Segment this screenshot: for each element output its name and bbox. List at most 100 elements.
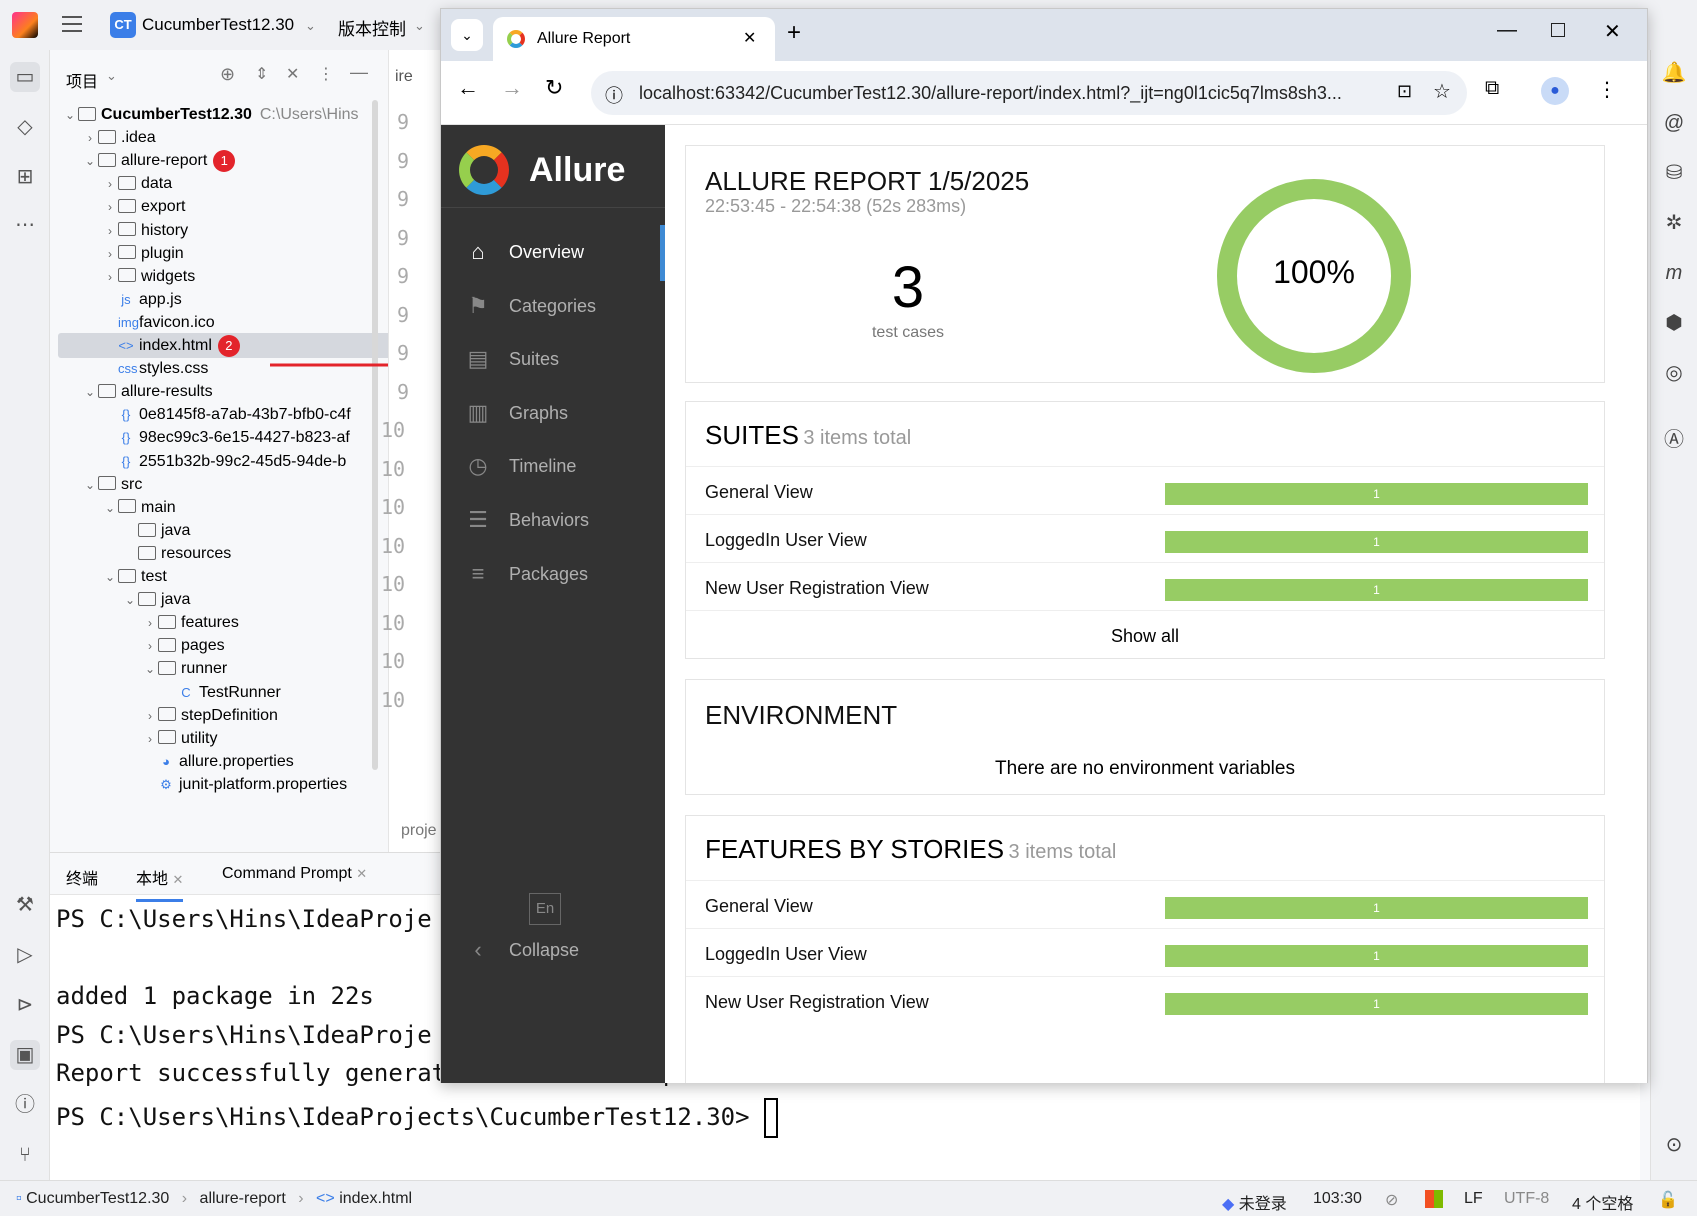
chevron-right-icon[interactable]: › <box>142 634 158 658</box>
project-switcher[interactable]: CucumberTest12.30 <box>142 15 294 35</box>
tree-folder[interactable]: › utility <box>58 726 396 751</box>
tree-folder[interactable]: ⌄ runner <box>58 656 396 681</box>
chevron-down-icon[interactable]: ⌄ <box>142 657 158 681</box>
tree-folder[interactable]: › features <box>58 610 396 635</box>
language-switch[interactable]: En <box>529 893 561 925</box>
editor-tab[interactable]: ire <box>395 68 413 86</box>
nav-packages[interactable]: ≡ Packages <box>441 547 665 603</box>
extensions-icon[interactable]: ⧉ <box>1485 77 1499 100</box>
chevron-right-icon[interactable]: › <box>82 126 98 150</box>
profile-avatar-icon[interactable]: ● <box>1541 77 1569 105</box>
chevron-right-icon[interactable]: › <box>142 727 158 751</box>
nav-overview[interactable]: ⌂ Overview <box>441 225 665 281</box>
chevron-right-icon[interactable]: › <box>102 242 118 266</box>
chevron-right-icon[interactable]: › <box>142 611 158 635</box>
tab-search-icon[interactable]: ⌄ <box>451 19 483 51</box>
chevron-down-icon[interactable]: ⌄ <box>122 588 138 612</box>
search-everywhere-icon[interactable]: ⊙ <box>1659 1130 1689 1160</box>
chevron-down-icon[interactable]: ⌄ <box>102 565 118 589</box>
tree-folder[interactable]: › history <box>58 218 396 243</box>
main-menu-icon[interactable] <box>62 16 82 32</box>
summary-row[interactable]: LoggedIn User View 1 <box>686 514 1604 566</box>
tree-folder[interactable]: ⌄ test <box>58 564 396 589</box>
tree-folder[interactable]: › pages <box>58 633 396 658</box>
close-icon[interactable]: ✕ <box>356 866 367 881</box>
chevron-down-icon[interactable]: ⌄ <box>414 18 425 34</box>
minimize-icon[interactable]: — <box>1497 19 1517 42</box>
locate-icon[interactable]: ⊕ <box>220 64 235 85</box>
tree-folder[interactable]: ⌄ main <box>58 495 396 520</box>
structure-icon[interactable]: ⊞ <box>10 162 40 192</box>
chevron-down-icon[interactable]: ⌄ <box>106 68 117 84</box>
address-bar[interactable]: ⓘ localhost:63342/CucumberTest12.30/allu… <box>591 71 1467 115</box>
summary-row[interactable]: General View 1 <box>686 880 1604 932</box>
browser-menu-icon[interactable]: ⋮ <box>1597 77 1617 102</box>
tree-folder[interactable]: resources <box>58 541 396 566</box>
chevron-right-icon[interactable]: › <box>102 195 118 219</box>
chevron-down-icon[interactable]: ⌄ <box>102 496 118 520</box>
problems-icon[interactable]: ⓘ <box>10 1090 40 1120</box>
vcs-menu[interactable]: 版本控制 <box>338 15 406 40</box>
tree-file[interactable]: {} 0e8145f8-a7ab-43b7-bfb0-c4f <box>58 402 396 427</box>
aperture-icon[interactable]: ✲ <box>1659 208 1689 238</box>
notifications-icon[interactable]: 🔔 <box>1659 58 1689 88</box>
project-badge[interactable]: CT <box>110 12 136 38</box>
maximize-icon[interactable] <box>1551 23 1565 37</box>
chevron-right-icon[interactable]: › <box>102 219 118 243</box>
chevron-right-icon[interactable]: › <box>102 265 118 289</box>
chevron-right-icon[interactable]: › <box>102 172 118 196</box>
plugin-hex-icon[interactable]: ⬢ <box>1659 308 1689 338</box>
tree-folder[interactable]: › plugin <box>58 241 396 266</box>
tree-scrollbar[interactable] <box>372 100 378 770</box>
chevron-right-icon[interactable]: › <box>142 704 158 728</box>
chevron-down-icon[interactable]: ⌄ <box>82 473 98 497</box>
windows-icon[interactable] <box>1425 1190 1443 1208</box>
nav-graphs[interactable]: ▥ Graphs <box>441 386 665 442</box>
ai-swirl-icon[interactable]: @ <box>1659 108 1689 138</box>
translate-icon[interactable]: Ⓐ <box>1659 425 1689 455</box>
intellij-logo-icon[interactable] <box>12 12 38 38</box>
hide-icon[interactable]: — <box>350 62 368 83</box>
tab-local[interactable]: 本地 ✕ <box>136 865 184 902</box>
nav-suites[interactable]: ▤ Suites <box>441 332 665 388</box>
tree-file[interactable]: imgfavicon.ico <box>58 310 396 335</box>
readonly-icon[interactable]: ⊘ <box>1385 1190 1398 1210</box>
tree-folder[interactable]: › stepDefinition <box>58 703 396 728</box>
site-info-icon[interactable]: ⓘ <box>605 82 623 108</box>
indent-setting[interactable]: 4 个空格 <box>1572 1190 1633 1214</box>
maven-icon[interactable]: m <box>1659 258 1689 288</box>
chevron-down-icon[interactable]: ⌄ <box>82 380 98 404</box>
expand-icon[interactable]: ⇕ <box>255 64 268 84</box>
tree-folder[interactable]: ⌄ allure-results <box>58 379 396 404</box>
tree-file[interactable]: js app.js <box>58 287 396 312</box>
url-text[interactable]: localhost:63342/CucumberTest12.30/allure… <box>639 83 1342 104</box>
show-all-link[interactable]: Show all <box>686 610 1604 660</box>
new-tab-icon[interactable]: + <box>787 19 801 47</box>
terminal-icon[interactable]: ▣ <box>10 1040 40 1070</box>
summary-row[interactable]: New User Registration View 1 <box>686 976 1604 1028</box>
line-separator[interactable]: LF <box>1464 1190 1483 1208</box>
chevron-down-icon[interactable]: ⌄ <box>62 103 78 127</box>
tree-file[interactable]: C TestRunner <box>58 680 396 705</box>
summary-row[interactable]: General View 1 <box>686 466 1604 518</box>
file-encoding[interactable]: UTF-8 <box>1504 1190 1549 1208</box>
options-icon[interactable]: ⋮ <box>318 64 334 84</box>
tree-folder[interactable]: › data <box>58 171 396 196</box>
run-icon[interactable]: ▷ <box>10 940 40 970</box>
breadcrumb-project[interactable]: CucumberTest12.30 <box>26 1190 169 1207</box>
chevron-down-icon[interactable]: ⌄ <box>82 149 98 173</box>
services-icon[interactable]: ⊳ <box>10 990 40 1020</box>
summary-row[interactable]: LoggedIn User View 1 <box>686 928 1604 980</box>
nav-categories[interactable]: ⚑ Categories <box>441 279 665 335</box>
project-tool-icon[interactable]: ▭ <box>10 62 40 92</box>
collapse-button[interactable]: ‹ Collapse <box>441 923 665 979</box>
breadcrumb-file[interactable]: index.html <box>339 1190 412 1207</box>
tree-file[interactable]: {} 98ec99c3-6e15-4427-b823-af <box>58 425 396 450</box>
tree-folder[interactable]: › widgets <box>58 264 396 289</box>
back-icon[interactable]: ← <box>457 75 479 101</box>
close-icon[interactable]: ✕ <box>172 872 183 887</box>
tab-command-prompt[interactable]: Command Prompt ✕ <box>222 865 367 883</box>
summary-row[interactable]: New User Registration View 1 <box>686 562 1604 614</box>
reload-icon[interactable]: ↻ <box>545 75 563 101</box>
database-icon[interactable]: ⛁ <box>1659 158 1689 188</box>
